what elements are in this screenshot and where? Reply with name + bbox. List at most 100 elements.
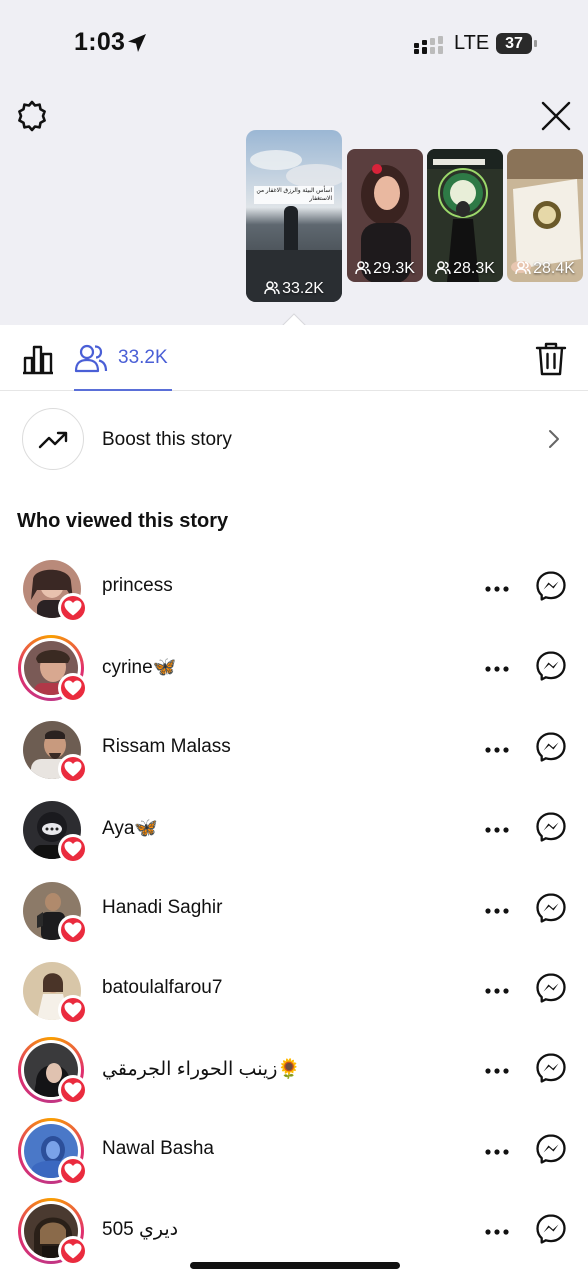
- story-view-count: 33.2K: [246, 280, 342, 298]
- tab-viewers[interactable]: 33.2K: [74, 339, 172, 391]
- like-badge: [58, 914, 88, 945]
- more-horizontal-icon: [485, 907, 509, 914]
- messenger-icon: [536, 892, 566, 923]
- messenger-icon: [536, 571, 566, 601]
- more-options-button[interactable]: [484, 581, 510, 592]
- avatar[interactable]: [18, 1037, 88, 1106]
- story-preview-header: 1:03 LTE 37 اسأس البيئة والرزق الاغفار م…: [0, 0, 588, 327]
- messenger-icon: [536, 1134, 566, 1164]
- heart-icon: [64, 761, 82, 777]
- viewer-name[interactable]: Hanadi Saghir: [102, 897, 222, 919]
- like-badge: [58, 593, 88, 623]
- heart-icon: [64, 1082, 82, 1098]
- people-icon: [264, 281, 280, 295]
- avatar[interactable]: [18, 957, 88, 1025]
- boost-icon-circle: [22, 408, 84, 470]
- location-arrow-icon: [128, 34, 146, 52]
- more-options-button[interactable]: [484, 903, 510, 914]
- story-image: [246, 130, 342, 302]
- heart-icon: [64, 680, 82, 696]
- viewer-name[interactable]: cyrine🦋: [102, 655, 176, 679]
- viewer-name[interactable]: Nawal Basha: [102, 1138, 214, 1160]
- more-options-button[interactable]: [484, 1063, 510, 1074]
- close-icon: [541, 101, 571, 131]
- heart-icon: [64, 1163, 82, 1179]
- avatar[interactable]: [18, 716, 88, 784]
- more-options-button[interactable]: [484, 1224, 510, 1235]
- story-caption: اسأس البيئة والرزق الاغفار من الاستغفار: [254, 186, 334, 204]
- send-message-button[interactable]: [535, 731, 567, 763]
- viewer-name[interactable]: ديري 505: [102, 1218, 178, 1241]
- avatar[interactable]: [18, 796, 88, 865]
- messenger-icon: [536, 732, 566, 762]
- viewer-row[interactable]: Aya🦋: [0, 786, 588, 866]
- more-options-button[interactable]: [484, 983, 510, 994]
- story-thumbnail[interactable]: 28.3K: [427, 149, 503, 282]
- more-options-button[interactable]: [484, 822, 510, 833]
- viewer-name[interactable]: Aya🦋: [102, 816, 158, 840]
- viewer-row[interactable]: Nawal Basha: [0, 1108, 588, 1188]
- viewer-name[interactable]: batoulalfarou7: [102, 977, 222, 999]
- story-thumbnail[interactable]: 28.4K: [507, 149, 583, 282]
- like-badge: [58, 1155, 88, 1186]
- more-options-button[interactable]: [484, 1144, 510, 1155]
- send-message-button[interactable]: [535, 811, 567, 843]
- viewer-name[interactable]: princess: [102, 575, 173, 597]
- viewer-row[interactable]: princess: [0, 545, 588, 625]
- status-bar: 1:03 LTE 37: [0, 0, 588, 90]
- viewer-row[interactable]: batoulalfarou7: [0, 947, 588, 1027]
- story-thumbnail[interactable]: 29.3K: [347, 149, 423, 282]
- boost-label: Boost this story: [102, 429, 232, 450]
- heart-icon: [64, 841, 82, 857]
- viewer-name[interactable]: زينب الحوراء الجرمقي🌻: [102, 1057, 301, 1081]
- tab-insights[interactable]: [20, 341, 56, 377]
- people-icon: [515, 261, 531, 275]
- avatar[interactable]: [18, 635, 88, 704]
- avatar[interactable]: [18, 1117, 88, 1186]
- viewer-row[interactable]: Hanadi Saghir: [0, 867, 588, 947]
- send-message-button[interactable]: [535, 650, 567, 682]
- people-icon: [355, 261, 371, 275]
- avatar[interactable]: [18, 1198, 88, 1267]
- more-options-button[interactable]: [484, 661, 510, 672]
- like-badge: [58, 834, 88, 865]
- viewer-row[interactable]: ديري 505: [0, 1188, 588, 1268]
- chevron-right-icon: [549, 430, 559, 448]
- bar-chart-icon: [23, 345, 53, 375]
- story-view-count-text: 28.4K: [533, 260, 575, 277]
- trash-icon: [535, 342, 567, 376]
- send-message-button[interactable]: [535, 1052, 567, 1084]
- story-view-count: 29.3K: [347, 260, 423, 278]
- send-message-button[interactable]: [535, 1133, 567, 1165]
- messenger-icon: [536, 1214, 566, 1244]
- battery-tip: [534, 40, 537, 47]
- viewer-name[interactable]: Rissam Malass: [102, 736, 231, 758]
- viewer-row[interactable]: cyrine🦋: [0, 625, 588, 705]
- viewer-row[interactable]: Rissam Malass: [0, 706, 588, 786]
- story-view-count-text: 33.2K: [282, 280, 324, 297]
- messenger-icon: [536, 973, 566, 1003]
- more-options-button[interactable]: [484, 742, 510, 753]
- close-button[interactable]: [538, 98, 574, 134]
- battery-indicator: 37: [496, 33, 538, 54]
- people-icon: [74, 344, 108, 373]
- viewer-row[interactable]: زينب الحوراء الجرمقي🌻: [0, 1027, 588, 1107]
- messenger-icon: [536, 651, 566, 682]
- more-horizontal-icon: [485, 666, 509, 672]
- boost-story-row[interactable]: Boost this story: [0, 392, 588, 486]
- more-horizontal-icon: [485, 827, 509, 833]
- send-message-button[interactable]: [535, 570, 567, 602]
- signal-icon: [414, 36, 443, 54]
- story-thumbnail-selected[interactable]: اسأس البيئة والرزق الاغفار من الاستغفار …: [246, 130, 342, 302]
- avatar[interactable]: [18, 877, 88, 945]
- send-message-button[interactable]: [535, 972, 567, 1004]
- settings-button[interactable]: [14, 98, 50, 134]
- gear-icon: [18, 100, 46, 132]
- send-message-button[interactable]: [535, 1213, 567, 1245]
- avatar[interactable]: [18, 555, 88, 623]
- section-title: Who viewed this story: [17, 510, 229, 532]
- like-badge: [58, 753, 88, 784]
- like-badge: [58, 1075, 88, 1106]
- delete-story-button[interactable]: [534, 341, 568, 377]
- send-message-button[interactable]: [535, 892, 567, 924]
